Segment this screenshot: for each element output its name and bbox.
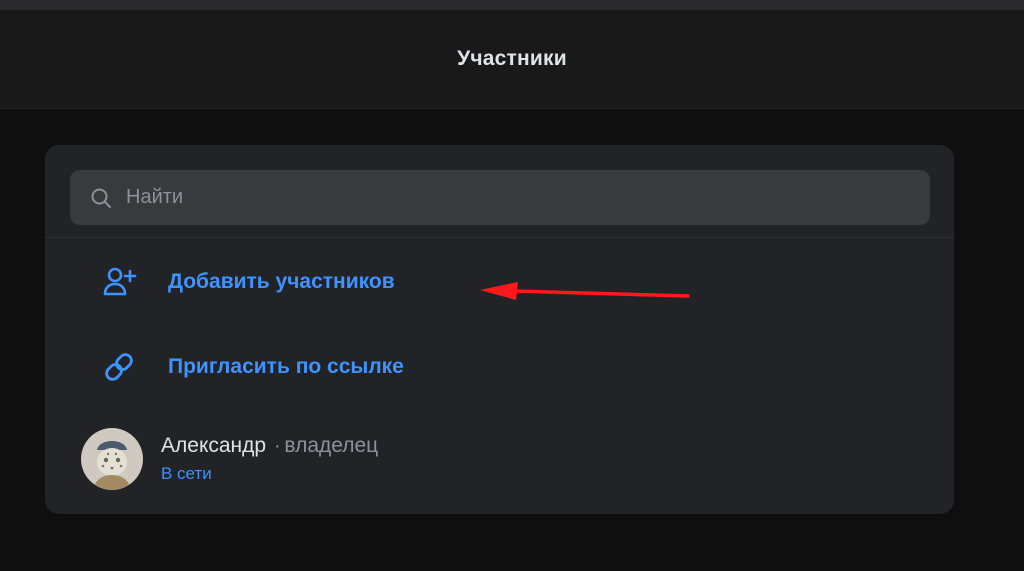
member-row[interactable]: Александр · владелец В сети bbox=[81, 427, 378, 491]
add-members-label: Добавить участников bbox=[168, 270, 395, 293]
search-box[interactable] bbox=[70, 170, 930, 225]
invite-link-label: Пригласить по ссылке bbox=[168, 355, 404, 378]
member-status: В сети bbox=[161, 464, 212, 483]
page-title: Участники bbox=[457, 47, 567, 70]
invite-link-button[interactable]: Пригласить по ссылке bbox=[100, 347, 404, 387]
search-input[interactable] bbox=[124, 185, 930, 210]
add-members-button[interactable]: Добавить участников bbox=[100, 262, 395, 302]
member-role: владелец bbox=[284, 434, 379, 457]
members-panel: Добавить участников Пригласить по ссылке bbox=[45, 145, 954, 514]
annotation-arrow bbox=[480, 282, 690, 300]
link-icon bbox=[100, 348, 138, 386]
user-plus-icon bbox=[100, 263, 138, 301]
member-info: Александр · владелец В сети bbox=[161, 434, 378, 484]
search-icon bbox=[90, 187, 112, 209]
member-name: Александр bbox=[161, 434, 267, 457]
window-top-strip bbox=[0, 0, 1024, 10]
avatar bbox=[81, 428, 143, 490]
member-separator: · bbox=[274, 436, 281, 457]
page-header: Участники bbox=[0, 10, 1024, 109]
divider bbox=[45, 237, 954, 238]
